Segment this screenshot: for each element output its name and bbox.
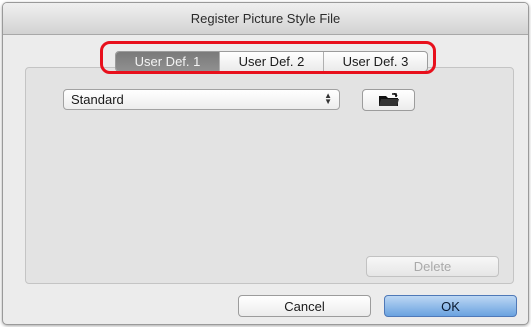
title-bar[interactable]: Register Picture Style File (3, 3, 528, 35)
open-file-button[interactable] (362, 89, 415, 111)
picture-style-select[interactable]: Standard ▲ ▼ (63, 89, 340, 110)
window-title: Register Picture Style File (190, 11, 341, 26)
updown-arrows-icon: ▲ ▼ (324, 91, 332, 106)
open-folder-icon (378, 93, 399, 106)
picture-style-value: Standard (71, 92, 124, 107)
tab-highlight-annotation (100, 41, 436, 74)
ok-button[interactable]: OK (384, 295, 517, 317)
delete-button[interactable]: Delete (366, 256, 499, 277)
cancel-button[interactable]: Cancel (238, 295, 371, 317)
